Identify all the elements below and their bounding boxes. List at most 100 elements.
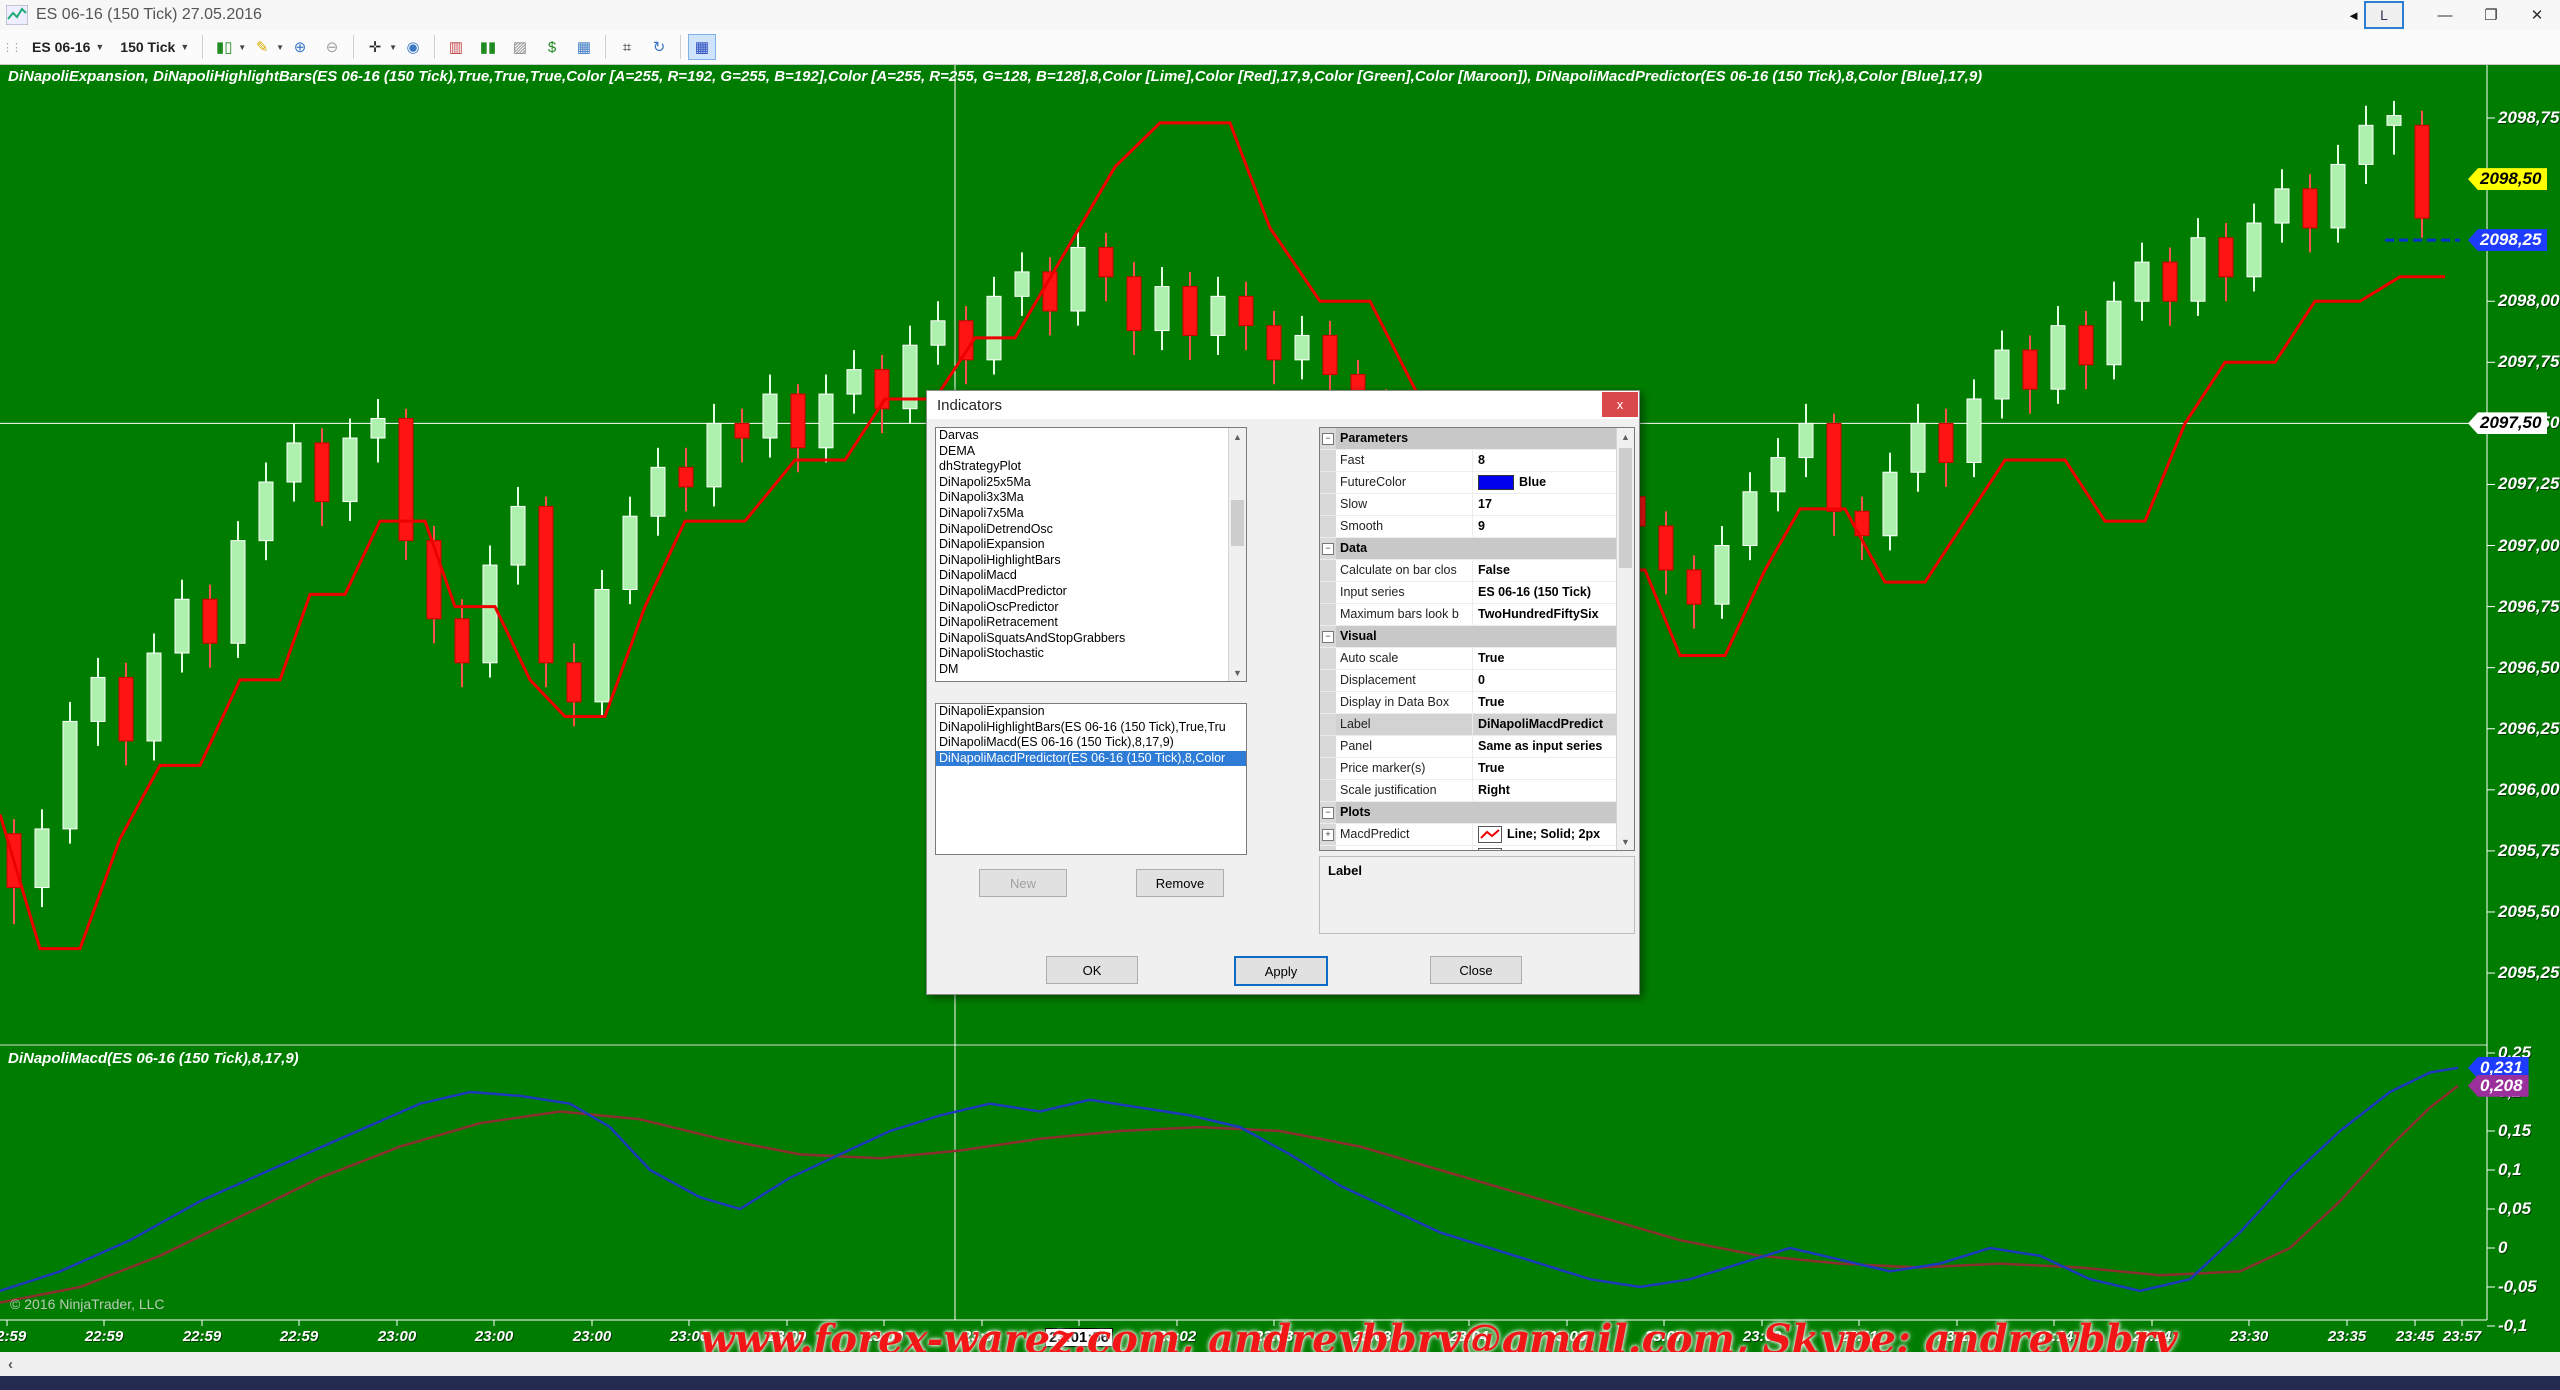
property-value[interactable]: 8 xyxy=(1473,450,1617,471)
indicator-list-item[interactable]: DiNapoliHighlightBars xyxy=(936,553,1229,569)
macd-indicator-icon[interactable]: ▦ xyxy=(688,34,716,60)
configured-indicator-item[interactable]: DiNapoliHighlightBars(ES 06-16 (150 Tick… xyxy=(936,720,1246,736)
zoom-out-icon[interactable]: ⊖ xyxy=(318,34,346,60)
available-list-scrollbar[interactable]: ▲ ▼ xyxy=(1228,428,1246,681)
indicator-list-item[interactable]: DiNapoliMacd xyxy=(936,568,1229,584)
toolbar-grip[interactable]: ⋮⋮ xyxy=(2,41,20,54)
property-row[interactable]: Slow17 xyxy=(1320,494,1617,516)
dialog-close-action-button[interactable]: Close xyxy=(1430,956,1522,984)
property-row[interactable]: Input seriesES 06-16 (150 Tick) xyxy=(1320,582,1617,604)
indicator-list-item[interactable]: DiNapoli7x5Ma xyxy=(936,506,1229,522)
ok-button[interactable]: OK xyxy=(1046,956,1138,984)
property-value[interactable]: True xyxy=(1473,648,1617,669)
property-value[interactable]: 9 xyxy=(1473,516,1617,537)
dialog-close-button[interactable]: x xyxy=(1602,392,1638,417)
property-row[interactable]: +MacdPredictLine; Solid; 2px xyxy=(1320,824,1617,846)
property-row[interactable]: Scale justificationRight xyxy=(1320,780,1617,802)
indicator-list-item[interactable]: DiNapoliOscPredictor xyxy=(936,600,1229,616)
indicator-list-item[interactable]: Darvas xyxy=(936,428,1229,444)
property-category-row[interactable]: −Visual xyxy=(1320,626,1617,648)
property-row[interactable]: Calculate on bar closFalse xyxy=(1320,560,1617,582)
data-grid-icon[interactable]: ▦ xyxy=(570,34,598,60)
expand-icon[interactable]: + xyxy=(1322,829,1334,841)
indicator-list-item[interactable]: DiNapoliMacdPredictor xyxy=(936,584,1229,600)
chart-preview-icon[interactable]: ◉ xyxy=(399,34,427,60)
dialog-title-bar[interactable]: Indicators xyxy=(927,391,1639,419)
property-value[interactable]: False xyxy=(1473,560,1617,581)
configured-indicator-item[interactable]: DiNapoliExpansion xyxy=(936,704,1246,720)
indicator-list-item[interactable]: dhStrategyPlot xyxy=(936,459,1229,475)
indicator-list-item[interactable]: DiNapoliExpansion xyxy=(936,537,1229,553)
indicator-list-item[interactable]: DEMA xyxy=(936,444,1229,460)
properties-scrollbar[interactable]: ▲ ▼ xyxy=(1616,428,1634,850)
maximize-button[interactable]: ❐ xyxy=(2468,1,2514,29)
chart-trader-icon[interactable]: ▮▮ xyxy=(474,34,502,60)
zoom-in-icon[interactable]: ⊕ xyxy=(286,34,314,60)
property-row[interactable]: Price marker(s)True xyxy=(1320,758,1617,780)
reload-icon[interactable]: ↻ xyxy=(645,34,673,60)
property-row[interactable]: LabelDiNapoliMacdPredict xyxy=(1320,714,1617,736)
chevron-down-icon[interactable]: ▼ xyxy=(1604,846,1614,851)
property-value[interactable]: True xyxy=(1473,758,1617,779)
property-value[interactable]: Blue xyxy=(1473,472,1617,493)
property-category-row[interactable]: −Plots xyxy=(1320,802,1617,824)
configured-indicator-item[interactable]: DiNapoliMacdPredictor(ES 06-16 (150 Tick… xyxy=(936,751,1246,767)
indicator-list-item[interactable]: DiNapoliRetracement xyxy=(936,615,1229,631)
indicator-list-item[interactable]: DiNapoliStochastic xyxy=(936,646,1229,662)
indicator-list-item[interactable]: DiNapoliDetrendOsc xyxy=(936,522,1229,538)
property-row[interactable]: +MacdPredictFutureDot; Dot; -3,402▼ xyxy=(1320,846,1617,851)
indicator-list-item[interactable]: DiNapoli25x5Ma xyxy=(936,475,1229,491)
configured-indicator-item[interactable]: DiNapoliMacd(ES 06-16 (150 Tick),8,17,9) xyxy=(936,735,1246,751)
collapse-icon[interactable]: − xyxy=(1322,433,1334,445)
indicator-list-item[interactable]: DM xyxy=(936,662,1229,678)
new-button[interactable]: New xyxy=(979,869,1067,897)
property-value[interactable]: DiNapoliMacdPredict xyxy=(1473,714,1617,735)
property-value[interactable]: Same as input series xyxy=(1473,736,1617,757)
scroll-down-icon[interactable]: ▼ xyxy=(1229,664,1246,681)
property-row[interactable]: Displacement0 xyxy=(1320,670,1617,692)
account-data-icon[interactable]: $ xyxy=(538,34,566,60)
property-value[interactable]: True xyxy=(1473,692,1617,713)
drawing-tools-icon[interactable]: ✎ xyxy=(248,34,276,60)
property-row[interactable]: Fast8 xyxy=(1320,450,1617,472)
scroll-thumb[interactable] xyxy=(1231,500,1244,546)
instrument-dropdown[interactable]: ES 06-16 ▼ xyxy=(24,36,112,58)
property-row[interactable]: Smooth9 xyxy=(1320,516,1617,538)
scroll-thumb[interactable] xyxy=(1619,448,1632,568)
market-depth-icon[interactable]: ▥ xyxy=(442,34,470,60)
instrument-link-button[interactable]: L xyxy=(2364,1,2404,29)
property-value[interactable]: Right xyxy=(1473,780,1617,801)
property-value[interactable]: Line; Solid; 2px xyxy=(1473,824,1617,845)
property-row[interactable]: Display in Data BoxTrue xyxy=(1320,692,1617,714)
horizontal-scrollbar[interactable]: ‹ xyxy=(0,1352,2560,1376)
property-row[interactable]: FutureColorBlue xyxy=(1320,472,1617,494)
indicator-list-item[interactable]: DiNapoli3x3Ma xyxy=(936,490,1229,506)
scroll-up-icon[interactable]: ▲ xyxy=(1229,428,1246,445)
expand-icon[interactable]: + xyxy=(1322,851,1334,852)
property-value[interactable]: 0 xyxy=(1473,670,1617,691)
crosshair-icon[interactable]: ✛ xyxy=(361,34,389,60)
apply-button[interactable]: Apply xyxy=(1234,956,1328,986)
collapse-icon[interactable]: − xyxy=(1322,807,1334,819)
property-row[interactable]: PanelSame as input series xyxy=(1320,736,1617,758)
minimize-button[interactable]: — xyxy=(2422,1,2468,29)
property-row[interactable]: Maximum bars look bTwoHundredFiftySix xyxy=(1320,604,1617,626)
close-button[interactable]: ✕ xyxy=(2514,1,2560,29)
property-value[interactable]: ES 06-16 (150 Tick) xyxy=(1473,582,1617,603)
scroll-down-icon[interactable]: ▼ xyxy=(1617,833,1634,850)
property-value[interactable]: 17 xyxy=(1473,494,1617,515)
remove-button[interactable]: Remove xyxy=(1136,869,1224,897)
indicator-properties-grid[interactable]: −ParametersFast8FutureColorBlueSlow17Smo… xyxy=(1319,427,1635,851)
chart-style-icon[interactable]: ▮▯ xyxy=(210,34,238,60)
collapse-icon[interactable]: − xyxy=(1322,543,1334,555)
property-category-row[interactable]: −Parameters xyxy=(1320,428,1617,450)
property-value[interactable]: Dot; Dot; -3,402▼ xyxy=(1473,846,1617,851)
property-row[interactable]: Auto scaleTrue xyxy=(1320,648,1617,670)
period-dropdown[interactable]: 150 Tick ▼ xyxy=(112,36,197,58)
mini-chart-icon[interactable]: ▨ xyxy=(506,34,534,60)
indicator-panel-icon[interactable]: ⌗ xyxy=(613,34,641,60)
collapse-icon[interactable]: − xyxy=(1322,631,1334,643)
configured-indicators-list[interactable]: DiNapoliExpansionDiNapoliHighlightBars(E… xyxy=(935,703,1247,855)
available-indicators-list[interactable]: DarvasDEMAdhStrategyPlotDiNapoli25x5MaDi… xyxy=(935,427,1247,682)
property-value[interactable]: TwoHundredFiftySix xyxy=(1473,604,1617,625)
